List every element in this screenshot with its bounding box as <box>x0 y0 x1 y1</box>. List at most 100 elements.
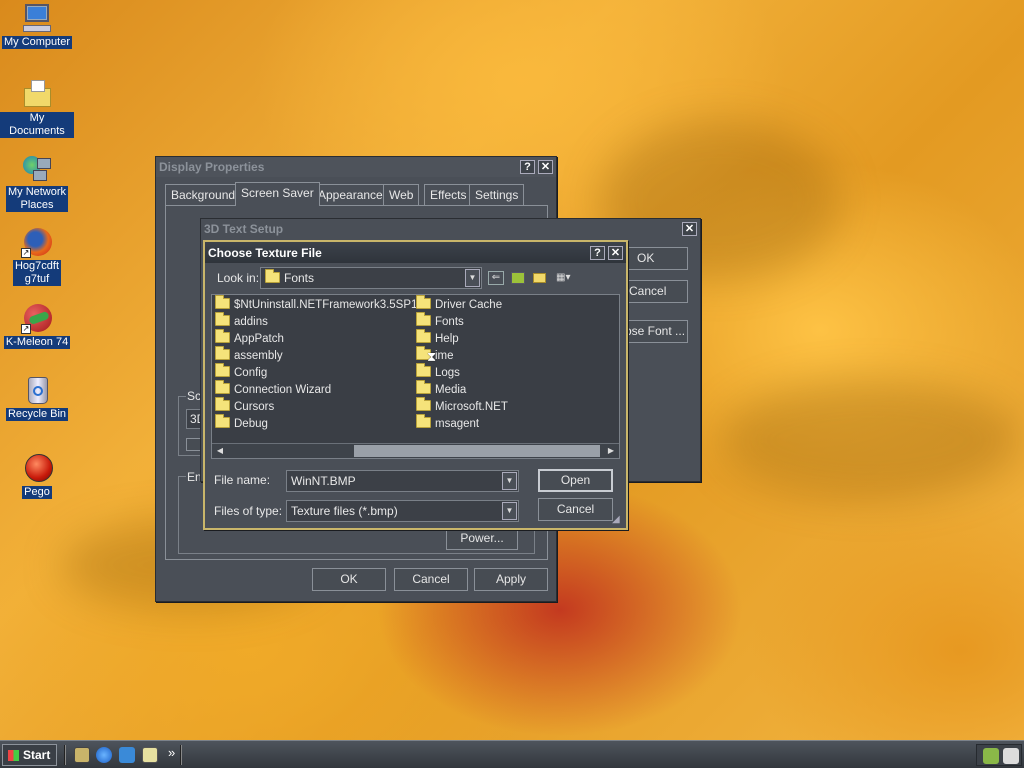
close-button[interactable]: ✕ <box>682 222 697 236</box>
taskbar-separator <box>64 745 66 765</box>
tab-screen-saver[interactable]: Screen Saver <box>235 182 320 206</box>
desktop-icon-label: Hog7cdft g7tuf <box>12 260 62 286</box>
folder-item[interactable]: Connection Wizard <box>215 380 332 399</box>
desktop-icon-my-computer[interactable]: My Computer <box>0 2 74 49</box>
taskbar: Start » <box>0 740 1024 768</box>
firefox-icon: ↗ <box>21 226 53 258</box>
close-button[interactable]: ✕ <box>608 245 623 260</box>
recycle-bin-icon <box>21 374 53 406</box>
folder-name: AppPatch <box>234 333 284 345</box>
chevron-down-icon[interactable]: ▼ <box>502 502 517 520</box>
folder-name: Connection Wizard <box>234 384 332 396</box>
search-icon[interactable] <box>142 747 158 763</box>
pego-icon <box>21 452 53 484</box>
folder-item[interactable]: Microsoft.NET <box>416 397 508 416</box>
ok-button[interactable]: OK <box>312 568 386 591</box>
desktop-icon-my-documents[interactable]: My Documents <box>0 78 74 138</box>
desktop-nav-icon[interactable] <box>511 272 525 284</box>
tab-background[interactable]: Background <box>165 184 242 205</box>
chevron-down-icon[interactable]: ▼ <box>465 269 480 287</box>
resize-grip-icon[interactable]: ◢ <box>612 515 624 527</box>
desktop-icon-network-places[interactable]: My Network Places <box>0 152 74 212</box>
safely-remove-tray-icon[interactable] <box>1003 748 1019 764</box>
tab-web[interactable]: Web <box>383 184 420 205</box>
desktop-icon-label: Pego <box>22 486 52 499</box>
folder-icon <box>215 414 230 428</box>
folder-icon <box>416 363 431 377</box>
folder-icon <box>215 295 230 309</box>
view-menu-icon[interactable]: ▦▾ <box>556 272 580 285</box>
help-button[interactable]: ? <box>590 245 605 260</box>
quick-launch-chevron[interactable]: » <box>168 745 175 760</box>
file-name-input[interactable]: WinNT.BMP ▼ <box>286 470 519 492</box>
desktop-icon-k-meleon[interactable]: ↗ K-Meleon 74 <box>0 302 74 349</box>
tab-settings[interactable]: Settings <box>469 184 525 205</box>
look-in-dropdown[interactable]: Fonts ▼ <box>260 267 482 289</box>
desktop-icon-label: K-Meleon 74 <box>3 336 71 349</box>
taskbar-separator <box>180 745 182 765</box>
folder-item[interactable]: Driver Cache <box>416 295 502 314</box>
desktop-icon-recycle-bin[interactable]: Recycle Bin <box>0 374 74 421</box>
folder-name: Logs <box>435 367 460 379</box>
folder-item[interactable]: $NtUninstall.NETFramework3.5SP1$ <box>215 295 424 314</box>
open-button[interactable]: Open <box>538 469 613 492</box>
internet-explorer-icon[interactable] <box>96 747 112 763</box>
folder-name: msagent <box>435 418 480 430</box>
folder-name: assembly <box>234 350 283 362</box>
folder-icon <box>215 363 230 377</box>
desktop-icon-firefox[interactable]: ↗ Hog7cdft g7tuf <box>0 226 74 286</box>
folder-name: Media <box>435 384 467 396</box>
desktop-icon-label: My Network Places <box>5 186 69 212</box>
tab-appearance[interactable]: Appearance <box>312 184 389 205</box>
scroll-left-icon[interactable]: ◀ <box>213 445 227 457</box>
k-meleon-icon: ↗ <box>21 302 53 334</box>
folder-name: Fonts <box>435 316 464 328</box>
window-title: Display Properties <box>159 160 265 174</box>
desktop-icon-label: My Documents <box>0 112 74 138</box>
start-label: Start <box>23 748 51 762</box>
file-name-value: WinNT.BMP <box>291 474 356 488</box>
close-button[interactable]: ✕ <box>538 160 553 174</box>
folder-icon <box>215 329 230 343</box>
window-title: Choose Texture File <box>208 245 322 260</box>
start-button[interactable]: Start <box>2 744 57 766</box>
display-properties-titlebar: Display Properties ? ✕ <box>156 157 556 177</box>
up-one-level-icon[interactable]: ⇐ <box>488 271 504 285</box>
folder-name: ime <box>435 350 454 362</box>
windows-media-icon[interactable] <box>119 747 135 763</box>
hourglass-cursor-icon: ⧗ <box>427 349 437 364</box>
folder-icon <box>416 414 431 428</box>
new-folder-icon[interactable] <box>533 273 546 283</box>
help-button[interactable]: ? <box>520 160 535 174</box>
folder-name: addins <box>234 316 268 328</box>
file-type-select[interactable]: Texture files (*.bmp) ▼ <box>286 500 519 522</box>
folder-item[interactable]: AppPatch <box>215 329 284 348</box>
cancel-button[interactable]: Cancel <box>538 498 613 521</box>
scroll-right-icon[interactable]: ▶ <box>604 445 618 457</box>
desktop-icon-pego[interactable]: Pego <box>0 452 74 499</box>
windows-logo-icon <box>8 750 19 761</box>
folder-item[interactable]: Cursors <box>215 397 275 416</box>
file-type-value: Texture files (*.bmp) <box>291 504 398 518</box>
apply-button[interactable]: Apply <box>474 568 548 591</box>
folder-item[interactable]: msagent <box>416 414 480 433</box>
folder-icon <box>416 295 431 309</box>
text-setup-titlebar: 3D Text Setup ✕ <box>201 219 700 239</box>
network-tray-icon[interactable] <box>983 748 999 764</box>
folder-item[interactable]: assembly <box>215 346 283 365</box>
folder-item[interactable]: Debug <box>215 414 268 433</box>
folder-icon <box>416 312 431 326</box>
folder-name: Debug <box>234 418 268 430</box>
show-desktop-icon[interactable] <box>74 747 90 763</box>
tab-effects[interactable]: Effects <box>424 184 473 205</box>
power-button[interactable]: Power... <box>446 527 518 550</box>
folder-icon <box>416 397 431 411</box>
horizontal-scrollbar[interactable]: ◀ ▶ <box>212 443 619 458</box>
scrollbar-track-thumb[interactable] <box>354 445 600 457</box>
window-title: 3D Text Setup <box>204 222 284 236</box>
folder-name: Cursors <box>234 401 275 413</box>
chevron-down-icon[interactable]: ▼ <box>502 472 517 490</box>
setup-cancel-label: Cancel <box>629 284 667 298</box>
folder-icon <box>416 329 431 343</box>
cancel-button[interactable]: Cancel <box>394 568 468 591</box>
